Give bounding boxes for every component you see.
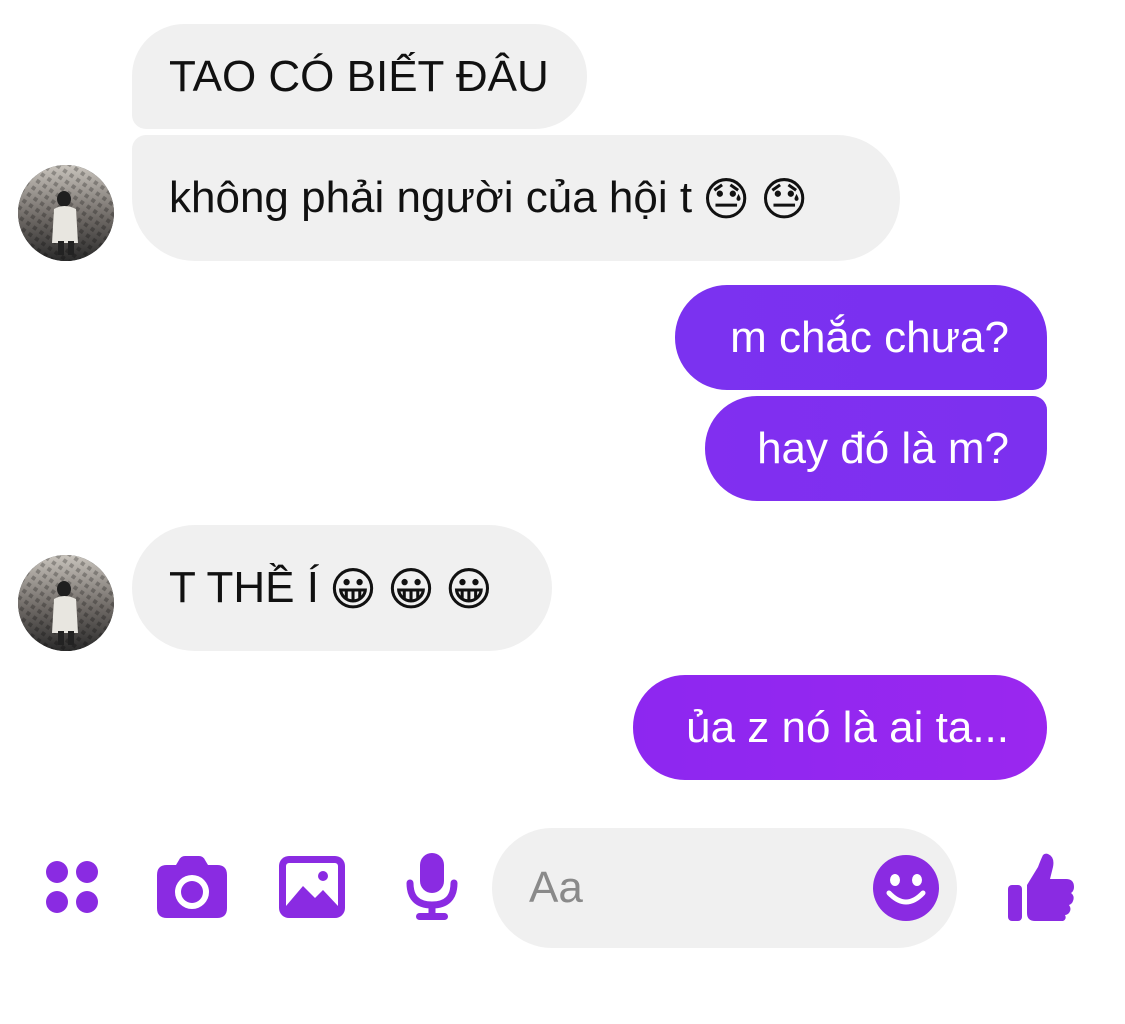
message-text: ủa z nó là ai ta... [686, 702, 1009, 752]
downcast-sweat-emoji-icon: 😓 [702, 172, 751, 226]
message-text: m chắc chưa? [730, 312, 1009, 362]
avatar-image [18, 555, 114, 651]
emoji-icon[interactable] [873, 855, 939, 921]
grinning-face-emoji-icon: 😀 [386, 562, 435, 616]
message-bubble-outgoing[interactable]: m chắc chưa? [675, 285, 1047, 390]
downcast-sweat-emoji-icon: 😓 [760, 172, 809, 226]
contact-avatar[interactable] [18, 555, 114, 651]
message-input[interactable]: Aa [492, 828, 957, 948]
message-bubble-incoming[interactable]: TAO CÓ BIẾT ĐÂU [132, 24, 587, 129]
avatar-image [18, 165, 114, 261]
message-input-placeholder: Aa [529, 863, 583, 912]
grinning-face-emoji-icon: 😀 [444, 562, 493, 616]
contact-avatar[interactable] [18, 165, 114, 261]
message-text: không phải người của hội t [169, 173, 693, 222]
like-icon[interactable] [1008, 853, 1076, 923]
apps-icon[interactable] [42, 857, 102, 917]
image-icon[interactable] [279, 856, 345, 918]
message-bubble-outgoing[interactable]: hay đó là m? [705, 396, 1047, 501]
message-bubble-incoming[interactable]: T THỀ Í 😀 😀 😀 [132, 525, 552, 651]
message-text: T THỀ Í [169, 563, 319, 612]
microphone-icon[interactable] [405, 853, 459, 921]
camera-icon[interactable] [157, 856, 227, 918]
message-bubble-incoming[interactable]: không phải người của hội t 😓 😓 [132, 135, 900, 261]
message-text: TAO CÓ BIẾT ĐÂU [169, 51, 549, 101]
message-bubble-outgoing[interactable]: ủa z nó là ai ta... [633, 675, 1047, 780]
grinning-face-emoji-icon: 😀 [328, 562, 377, 616]
message-text: hay đó là m? [757, 423, 1009, 473]
